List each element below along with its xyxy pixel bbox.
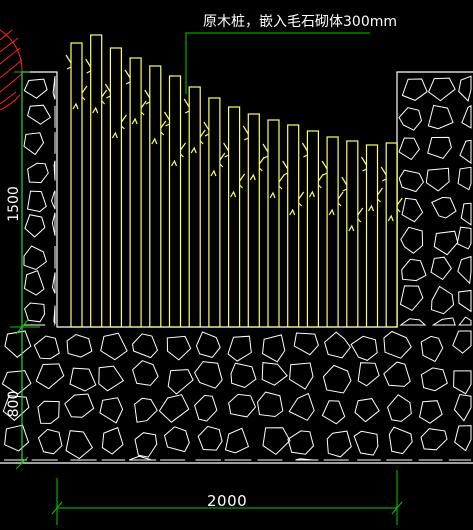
log-post (282, 124, 305, 328)
lower-height-dimension-label: 800 (6, 390, 22, 418)
log-post (242, 113, 265, 328)
log-post (183, 86, 206, 328)
width-dimension-label: 2000 (207, 492, 248, 510)
callout-label: 原木桩，嵌入毛石砌体300mm (203, 14, 397, 30)
log-post (124, 57, 147, 328)
log-post (85, 34, 108, 328)
log-post (104, 47, 127, 328)
log-post (203, 97, 226, 328)
log-post (301, 130, 324, 328)
masonry-outline (21, 71, 473, 462)
upper-height-dimension-label: 1500 (6, 186, 22, 222)
log-post (360, 144, 383, 328)
log-posts (65, 34, 403, 328)
log-post (163, 75, 186, 328)
log-post (321, 136, 344, 328)
hatched-arc (0, 29, 23, 111)
log-post (262, 119, 285, 328)
log-post (144, 65, 167, 328)
log-post (380, 142, 403, 328)
stone-masonry (1, 75, 472, 461)
log-post (65, 42, 88, 328)
log-post (341, 140, 364, 328)
log-post (223, 106, 246, 328)
cad-drawing (0, 29, 473, 525)
callout-leader (185, 32, 370, 94)
